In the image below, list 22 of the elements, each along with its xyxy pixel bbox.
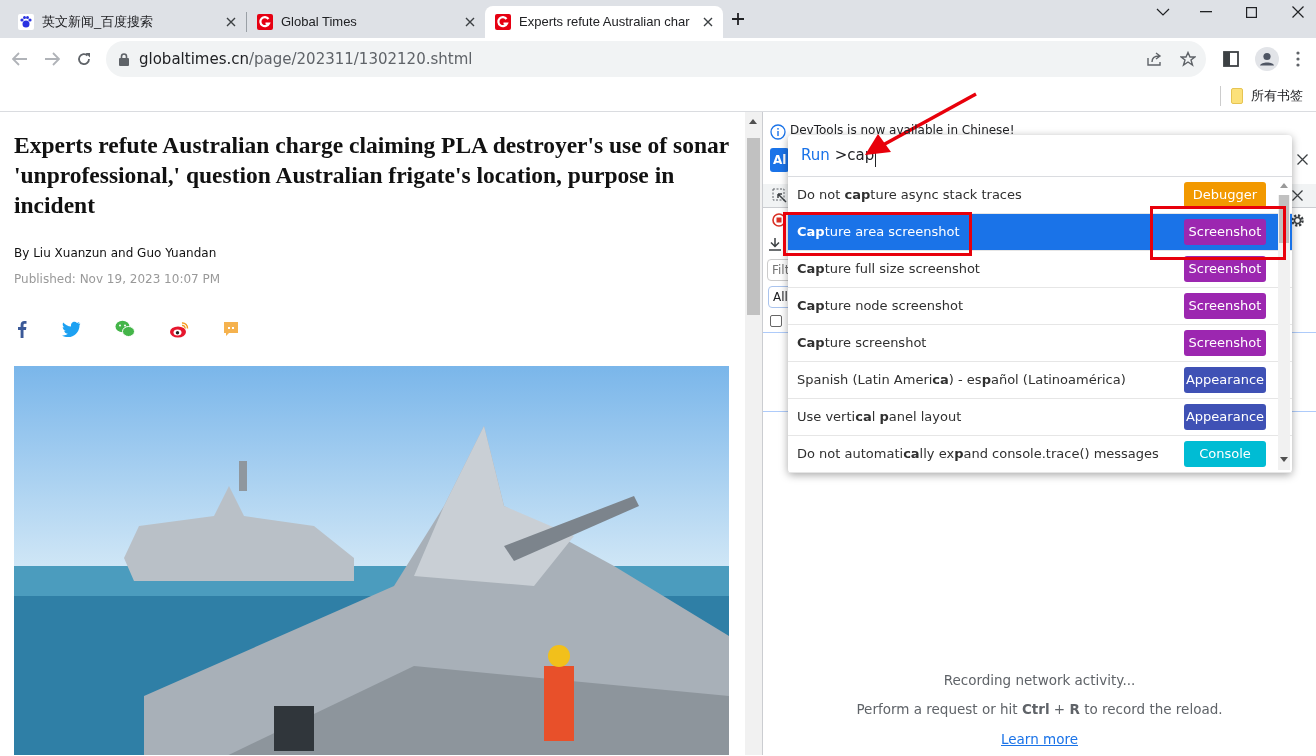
language-button[interactable]: Al bbox=[770, 148, 790, 172]
command-item[interactable]: Capture area screenshot Screenshot bbox=[788, 214, 1292, 251]
browser-tab[interactable]: Global Times bbox=[247, 6, 485, 38]
byline: By Liu Xuanzun and Guo Yuandan bbox=[14, 245, 218, 262]
category-tag: Screenshot bbox=[1184, 219, 1266, 245]
category-tag: Console bbox=[1184, 441, 1266, 467]
category-tag: Screenshot bbox=[1184, 330, 1266, 356]
category-tag: Screenshot bbox=[1184, 256, 1266, 282]
category-tag: Appearance bbox=[1184, 404, 1266, 430]
empty-state-hint: Perform a request or hit Ctrl + R to record the reload. bbox=[856, 700, 1223, 720]
address-bar[interactable]: globaltimes.cn/page/202311/1302120.shtml bbox=[106, 41, 1206, 77]
bookmark-folder[interactable]: 所有书签 bbox=[1231, 85, 1303, 106]
browser-tab[interactable]: 英文新闻_百度搜索 bbox=[8, 6, 246, 38]
publish-date: Published: Nov 19, 2023 10:07 PM bbox=[14, 271, 222, 288]
learn-more-link[interactable]: Learn more bbox=[1001, 728, 1078, 749]
browser-tab[interactable]: Experts refute Australian char bbox=[485, 6, 723, 38]
empty-state-title: Recording network activity... bbox=[943, 671, 1136, 690]
category-tag: Debugger bbox=[1184, 182, 1266, 208]
url-text: globaltimes.cn/page/202311/1302120.shtml bbox=[139, 48, 473, 70]
article-headline: Experts refute Australian charge claiming PLA destroyer's use of sonar 'unprofessional,' question Australian frigate's location, purpose in incident bbox=[14, 131, 730, 220]
category-tag: Appearance bbox=[1184, 367, 1266, 393]
category-tag: Screenshot bbox=[1184, 293, 1266, 319]
